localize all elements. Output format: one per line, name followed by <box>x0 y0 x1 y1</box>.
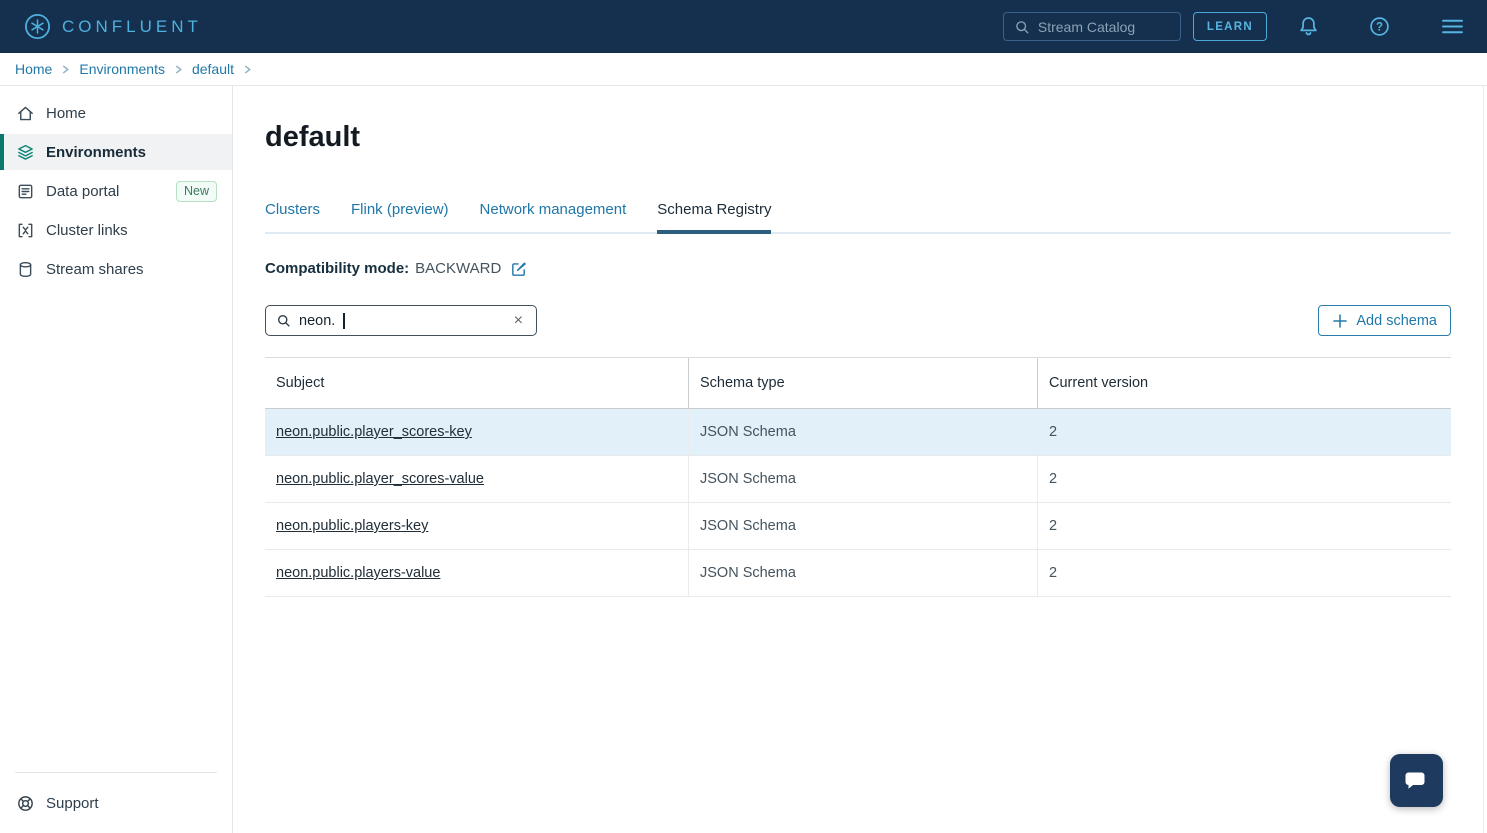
sidebar-item-label: Support <box>46 795 99 812</box>
cluster-links-icon <box>16 221 35 240</box>
compatibility-mode-row: Compatibility mode: BACKWARD <box>265 260 1451 277</box>
sidebar-item-environments[interactable]: Environments <box>0 134 232 170</box>
home-icon <box>16 104 35 123</box>
search-icon <box>1014 19 1030 35</box>
compatibility-mode-label: Compatibility mode: <box>265 260 409 277</box>
text-caret <box>343 313 345 329</box>
tab-network-management[interactable]: Network management <box>480 201 627 232</box>
new-badge: New <box>176 181 217 202</box>
sidebar-item-label: Cluster links <box>46 222 128 239</box>
tab-schema-registry[interactable]: Schema Registry <box>657 201 771 232</box>
database-icon <box>16 260 35 279</box>
schema-type-cell: JSON Schema <box>688 503 1037 549</box>
table-header-row: Subject Schema type Current version <box>265 357 1451 409</box>
schemas-table: Subject Schema type Current version neon… <box>265 357 1451 597</box>
chat-bubble-icon <box>1402 766 1432 796</box>
chat-fab-button[interactable] <box>1390 754 1443 807</box>
stream-catalog-placeholder: Stream Catalog <box>1038 19 1135 35</box>
sidebar: Home Environments Data portal New <box>0 86 233 833</box>
column-header-subject: Subject <box>265 358 688 408</box>
breadcrumb-home[interactable]: Home <box>15 61 52 77</box>
bell-icon[interactable] <box>1297 15 1320 38</box>
app-window: CONFLUENT Stream Catalog LEARN ? <box>0 0 1487 833</box>
learn-button[interactable]: LEARN <box>1193 12 1267 41</box>
schema-type-cell: JSON Schema <box>688 550 1037 596</box>
sidebar-item-stream-shares[interactable]: Stream shares <box>0 251 232 287</box>
sidebar-item-label: Environments <box>46 144 146 161</box>
sidebar-item-data-portal[interactable]: Data portal New <box>0 173 232 209</box>
subject-link[interactable]: neon.public.player_scores-value <box>276 471 484 487</box>
subject-link[interactable]: neon.public.player_scores-key <box>276 424 472 440</box>
layers-icon <box>16 143 35 162</box>
sidebar-spacer <box>0 290 232 772</box>
current-version-cell: 2 <box>1037 503 1451 549</box>
search-icon <box>276 313 291 328</box>
confluent-logo-icon <box>24 13 51 40</box>
confluent-brand[interactable]: CONFLUENT <box>24 13 202 40</box>
edit-pencil-icon[interactable] <box>510 260 527 277</box>
content-shell: Home Environments Data portal New <box>0 86 1487 833</box>
lifebuoy-icon <box>16 794 35 813</box>
sidebar-item-cluster-links[interactable]: Cluster links <box>0 212 232 248</box>
current-version-cell: 2 <box>1037 409 1451 455</box>
table-row[interactable]: neon.public.player_scores-value JSON Sch… <box>265 456 1451 503</box>
plus-icon <box>1332 313 1348 329</box>
tab-flink-preview[interactable]: Flink (preview) <box>351 201 449 232</box>
page-title: default <box>265 120 1451 154</box>
current-version-cell: 2 <box>1037 550 1451 596</box>
stream-catalog-search-input[interactable]: Stream Catalog <box>1003 12 1181 41</box>
current-version-cell: 2 <box>1037 456 1451 502</box>
breadcrumb-environments[interactable]: Environments <box>79 61 165 77</box>
document-icon <box>16 182 35 201</box>
sidebar-item-home[interactable]: Home <box>0 95 232 131</box>
svg-text:?: ? <box>1376 21 1383 33</box>
column-header-current-version: Current version <box>1037 358 1451 408</box>
table-row[interactable]: neon.public.player_scores-key JSON Schem… <box>265 409 1451 456</box>
sidebar-item-support[interactable]: Support <box>0 773 232 833</box>
tab-clusters[interactable]: Clusters <box>265 201 320 232</box>
sidebar-item-label: Stream shares <box>46 261 144 278</box>
schema-type-cell: JSON Schema <box>688 456 1037 502</box>
schema-type-cell: JSON Schema <box>688 409 1037 455</box>
breadcrumb-default[interactable]: default <box>192 61 234 77</box>
column-header-schema-type: Schema type <box>688 358 1037 408</box>
subject-link[interactable]: neon.public.players-value <box>276 565 440 581</box>
tab-bar: Clusters Flink (preview) Network managem… <box>265 201 1451 234</box>
main-content: default Clusters Flink (preview) Network… <box>233 86 1487 833</box>
top-navbar: CONFLUENT Stream Catalog LEARN ? <box>0 0 1487 53</box>
compatibility-mode-value: BACKWARD <box>415 260 501 277</box>
schema-filter-value: neon. <box>299 313 335 329</box>
table-row[interactable]: neon.public.players-key JSON Schema 2 <box>265 503 1451 550</box>
chevron-right-icon <box>174 65 183 74</box>
chevron-right-icon <box>243 65 252 74</box>
subject-link[interactable]: neon.public.players-key <box>276 518 428 534</box>
sidebar-item-label: Data portal <box>46 183 119 200</box>
sidebar-item-label: Home <box>46 105 86 122</box>
add-schema-button[interactable]: Add schema <box>1318 305 1451 336</box>
table-row[interactable]: neon.public.players-value JSON Schema 2 <box>265 550 1451 597</box>
schema-toolbar: neon. × Add schema <box>265 305 1451 336</box>
brand-name: CONFLUENT <box>62 17 202 37</box>
scroll-edge-divider <box>1483 86 1484 833</box>
clear-search-icon[interactable]: × <box>511 311 526 331</box>
add-schema-label: Add schema <box>1356 313 1437 329</box>
help-icon[interactable]: ? <box>1368 15 1391 38</box>
chevron-right-icon <box>61 65 70 74</box>
breadcrumb: Home Environments default <box>0 53 1487 86</box>
schema-filter-input[interactable]: neon. × <box>265 305 537 336</box>
hamburger-icon[interactable] <box>1441 15 1464 38</box>
